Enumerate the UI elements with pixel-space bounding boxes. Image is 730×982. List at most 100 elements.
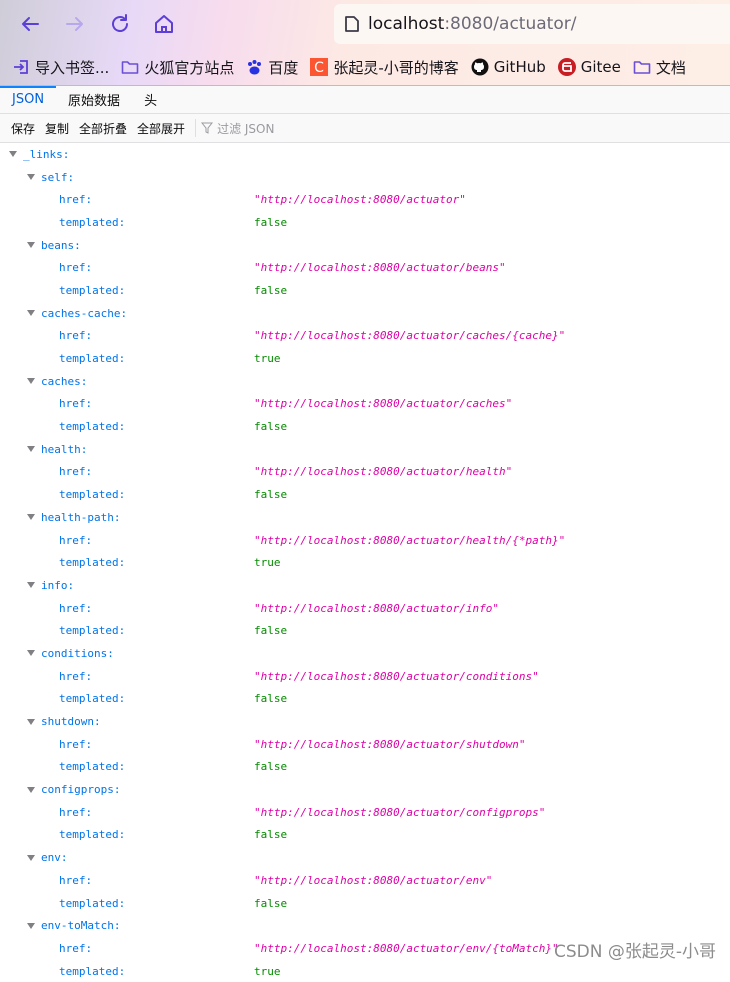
href-value: "http://localhost:8080/actuator/caches" [254, 397, 513, 411]
collapse-all-button[interactable]: 全部折叠 [74, 120, 132, 137]
href-key: href: [59, 397, 93, 411]
expand-triangle-icon[interactable] [27, 242, 35, 249]
tree-row-object[interactable]: health: [0, 438, 730, 461]
tree-row-href[interactable]: href: "http://localhost:8080/actuator/in… [0, 597, 730, 620]
bookmark-csdn-blog[interactable]: C 张起灵-小哥的博客 [310, 57, 459, 78]
tree-row-object[interactable]: conditions: [0, 642, 730, 665]
back-button[interactable] [16, 10, 44, 38]
tree-row-templated[interactable]: templated: true [0, 960, 730, 982]
tree-row-templated[interactable]: templated: false [0, 279, 730, 302]
copy-button[interactable]: 复制 [40, 120, 74, 137]
tree-row-templated[interactable]: templated: true [0, 347, 730, 370]
tree-row-href[interactable]: href: "http://localhost:8080/actuator/he… [0, 529, 730, 552]
templated-key: templated: [59, 283, 126, 297]
bookmark-github[interactable]: GitHub [471, 58, 546, 76]
filter-icon [201, 122, 214, 134]
href-key: href: [59, 465, 93, 479]
bookmark-firefox-sites[interactable]: 火狐官方站点 [121, 57, 234, 78]
tree-row-href[interactable]: href: "http://localhost:8080/actuator/ca… [0, 325, 730, 348]
templated-key: templated: [59, 760, 126, 774]
tree-row-templated[interactable]: templated: false [0, 415, 730, 438]
expand-all-button[interactable]: 全部展开 [132, 120, 190, 137]
tree-row-templated[interactable]: templated: false [0, 756, 730, 779]
expand-triangle-icon[interactable] [9, 151, 17, 158]
bookmark-import[interactable]: 导入书签... [12, 57, 109, 78]
url-text[interactable]: localhost:8080/actuator/ [368, 14, 576, 34]
expand-triangle-icon[interactable] [27, 854, 35, 861]
tree-row-href[interactable]: href: "http://localhost:8080/actuator" [0, 188, 730, 211]
expand-triangle-icon[interactable] [27, 650, 35, 657]
expand-triangle-icon[interactable] [27, 174, 35, 181]
tab-headers[interactable]: 头 [132, 86, 169, 113]
tree-row-templated[interactable]: templated: false [0, 892, 730, 915]
tree-row-templated[interactable]: templated: true [0, 551, 730, 574]
tab-raw-data[interactable]: 原始数据 [56, 86, 132, 113]
tree-row-object[interactable]: caches-cache: [0, 302, 730, 325]
tree-row-object[interactable]: caches: [0, 370, 730, 393]
json-object-9: configprops: href: "http://localhost:808… [0, 778, 730, 846]
page-icon [345, 16, 359, 32]
templated-key: templated: [59, 352, 126, 366]
href-value: "http://localhost:8080/actuator" [254, 193, 466, 207]
object-key: configprops: [41, 783, 121, 797]
tree-row-templated[interactable]: templated: false [0, 619, 730, 642]
tree-row-object[interactable]: beans: [0, 234, 730, 257]
reload-button[interactable] [106, 10, 134, 38]
tree-row-href[interactable]: href: "http://localhost:8080/actuator/he… [0, 461, 730, 484]
expand-triangle-icon[interactable] [27, 582, 35, 589]
templated-value: false [254, 420, 288, 434]
json-object-3: caches: href: "http://localhost:8080/act… [0, 370, 730, 438]
href-key: href: [59, 193, 93, 207]
tree-row-templated[interactable]: templated: false [0, 824, 730, 847]
tree-row-href[interactable]: href: "http://localhost:8080/actuator/co… [0, 665, 730, 688]
object-key: shutdown: [41, 715, 101, 729]
json-object-0: self: href: "http://localhost:8080/actua… [0, 166, 730, 234]
expand-triangle-icon[interactable] [27, 922, 35, 929]
expand-triangle-icon[interactable] [27, 514, 35, 521]
tree-row-object[interactable]: shutdown: [0, 710, 730, 733]
expand-triangle-icon[interactable] [27, 446, 35, 453]
tree-row-href[interactable]: href: "http://localhost:8080/actuator/en… [0, 869, 730, 892]
json-object-7: conditions: href: "http://localhost:8080… [0, 642, 730, 710]
templated-value: false [254, 624, 288, 638]
tab-json[interactable]: JSON [0, 86, 56, 113]
tree-row-templated[interactable]: templated: false [0, 483, 730, 506]
tree-row-href[interactable]: href: "http://localhost:8080/actuator/ca… [0, 393, 730, 416]
tree-row-object[interactable]: health-path: [0, 506, 730, 529]
tree-row-href[interactable]: href: "http://localhost:8080/actuator/be… [0, 256, 730, 279]
bookmark-docs[interactable]: 文档 [633, 57, 686, 78]
home-button[interactable] [150, 10, 178, 38]
tree-row-object[interactable]: env: [0, 846, 730, 869]
tree-row-object[interactable]: info: [0, 574, 730, 597]
save-button[interactable]: 保存 [0, 120, 40, 137]
href-value: "http://localhost:8080/actuator/caches/{… [254, 329, 566, 343]
watermark: CSDN @张起灵-小哥 [553, 942, 716, 962]
templated-key: templated: [59, 556, 126, 570]
expand-triangle-icon[interactable] [27, 378, 35, 385]
bookmarks-bar: 导入书签... 火狐官方站点 百度 C 张起灵-小哥的博客 GitHub Git… [0, 54, 686, 80]
browser-chrome: localhost:8080/actuator/ 导入书签... 火狐官方站点 … [0, 0, 730, 86]
forward-button[interactable] [61, 10, 89, 38]
href-value: "http://localhost:8080/actuator/info" [254, 601, 500, 615]
address-bar[interactable]: localhost:8080/actuator/ [334, 4, 730, 44]
expand-triangle-icon[interactable] [27, 786, 35, 793]
href-value: "http://localhost:8080/actuator/shutdown… [254, 737, 526, 751]
back-arrow-icon [22, 17, 39, 31]
tree-row-href[interactable]: href: "http://localhost:8080/actuator/sh… [0, 733, 730, 756]
tree-row-object[interactable]: env-toMatch: [0, 914, 730, 937]
baidu-icon [248, 59, 262, 74]
filter-json-input[interactable]: 过滤 JSON [201, 120, 274, 137]
templated-value: false [254, 488, 288, 502]
bookmark-gitee[interactable]: Gitee [557, 58, 621, 76]
tree-row-templated[interactable]: templated: false [0, 688, 730, 711]
tree-row-root[interactable]: _links: [0, 143, 730, 166]
tree-row-href[interactable]: href: "http://localhost:8080/actuator/co… [0, 801, 730, 824]
href-value: "http://localhost:8080/actuator/beans" [254, 261, 506, 275]
expand-triangle-icon[interactable] [27, 718, 35, 725]
tree-row-templated[interactable]: templated: false [0, 211, 730, 234]
json-object-6: info: href: "http://localhost:8080/actua… [0, 574, 730, 642]
tree-row-object[interactable]: configprops: [0, 778, 730, 801]
bookmark-baidu[interactable]: 百度 [246, 57, 298, 78]
tree-row-object[interactable]: self: [0, 166, 730, 189]
expand-triangle-icon[interactable] [27, 310, 35, 317]
